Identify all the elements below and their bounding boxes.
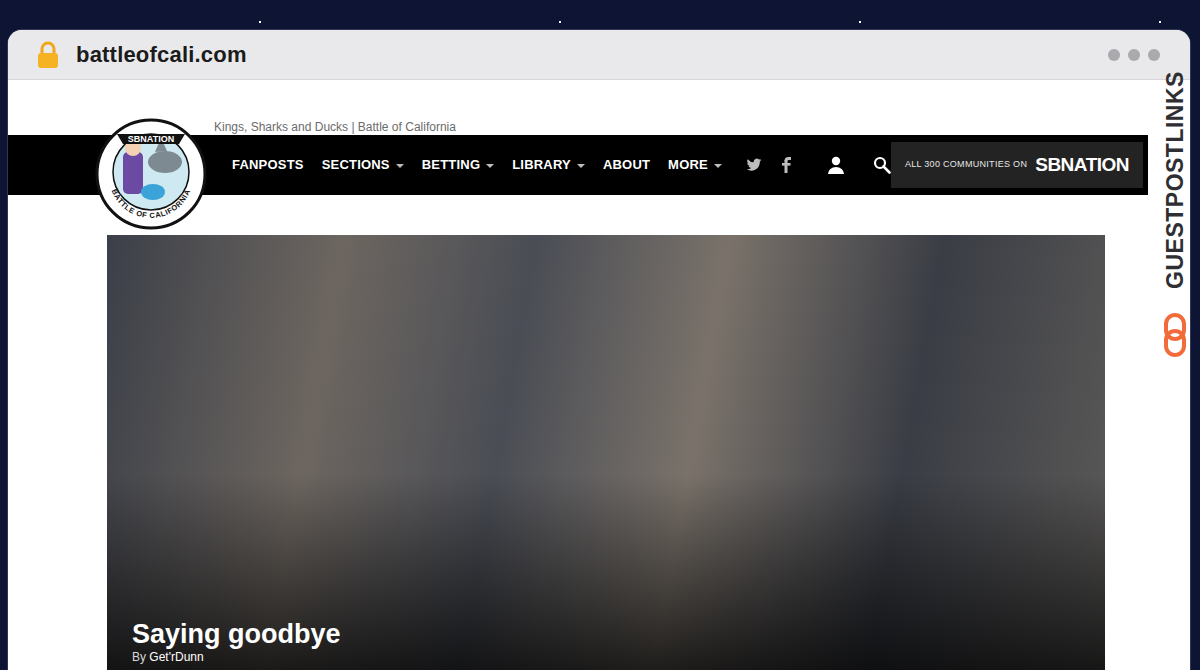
watermark-text: GUESTPOSTLINKS [1158,71,1193,289]
svg-text:BATTLE OF CALIFORNIA: BATTLE OF CALIFORNIA [110,188,193,220]
network-prefix[interactable]: ALL 300 COMMUNITIES ON [905,158,1027,172]
network-brand[interactable]: SBNATION [1035,151,1129,180]
site-tagline: Kings, Sharks and Ducks | Battle of Cali… [8,80,1190,135]
twitter-icon[interactable] [746,158,762,172]
address-bar[interactable]: battleofcali.com [8,30,1190,80]
nav-item[interactable]: MORE [668,153,722,177]
chain-link-icon [1162,313,1188,357]
story-author[interactable]: Get'rDunn [149,650,203,664]
search-icon[interactable] [873,156,891,174]
dot-icon[interactable] [1148,49,1160,61]
caret-icon[interactable] [486,164,494,168]
watermark: GUESTPOSTLINKS [1156,55,1194,357]
story-byline: By Get'rDunn [132,650,1081,666]
nav-item[interactable]: FANPOSTS [232,153,304,177]
nav-item[interactable]: BETTING [422,153,494,177]
nav-menu: FANPOSTS SECTIONS BETTING LIBRARY ABOUT MORE [232,153,722,177]
nav-label[interactable]: MORE [668,157,708,172]
dot-icon[interactable] [1128,49,1140,61]
caret-icon[interactable] [714,164,722,168]
sbnation-network[interactable]: ALL 300 COMMUNITIES ON SBNATION [891,142,1143,188]
url-text[interactable]: battleofcali.com [76,38,247,71]
nav-item[interactable]: ABOUT [603,153,650,177]
hero-story[interactable]: Saying goodbye By Get'rDunn [107,235,1105,670]
nav-label[interactable]: FANPOSTS [232,157,304,172]
browser-window: battleofcali.com Kings, Sharks and Ducks… [8,30,1190,670]
lock-icon [36,41,60,69]
page-body: Kings, Sharks and Ducks | Battle of Cali… [8,80,1190,670]
nav-label[interactable]: LIBRARY [512,157,571,172]
byline-prefix: By [132,650,146,664]
nav-label[interactable]: BETTING [422,157,480,172]
story-title[interactable]: Saying goodbye [132,618,1081,650]
nav-label[interactable]: ABOUT [603,157,650,172]
watermark-text-box: GUESTPOSTLINKS [1156,55,1194,305]
caret-icon[interactable] [396,164,404,168]
dot-icon[interactable] [1108,49,1120,61]
logo-top-text: SBNATION [128,134,174,144]
nav-icons [746,156,891,174]
site-logo[interactable]: SBNATION BATTLE OF CALIFORNIA [95,118,207,230]
nav-item[interactable]: SECTIONS [322,153,404,177]
nav-item[interactable]: LIBRARY [512,153,585,177]
user-icon[interactable] [827,156,845,174]
facebook-icon[interactable] [782,157,791,173]
caret-icon[interactable] [577,164,585,168]
window-controls [1108,49,1160,61]
nav-label[interactable]: SECTIONS [322,157,390,172]
logo-bottom-text: BATTLE OF CALIFORNIA [110,188,193,220]
